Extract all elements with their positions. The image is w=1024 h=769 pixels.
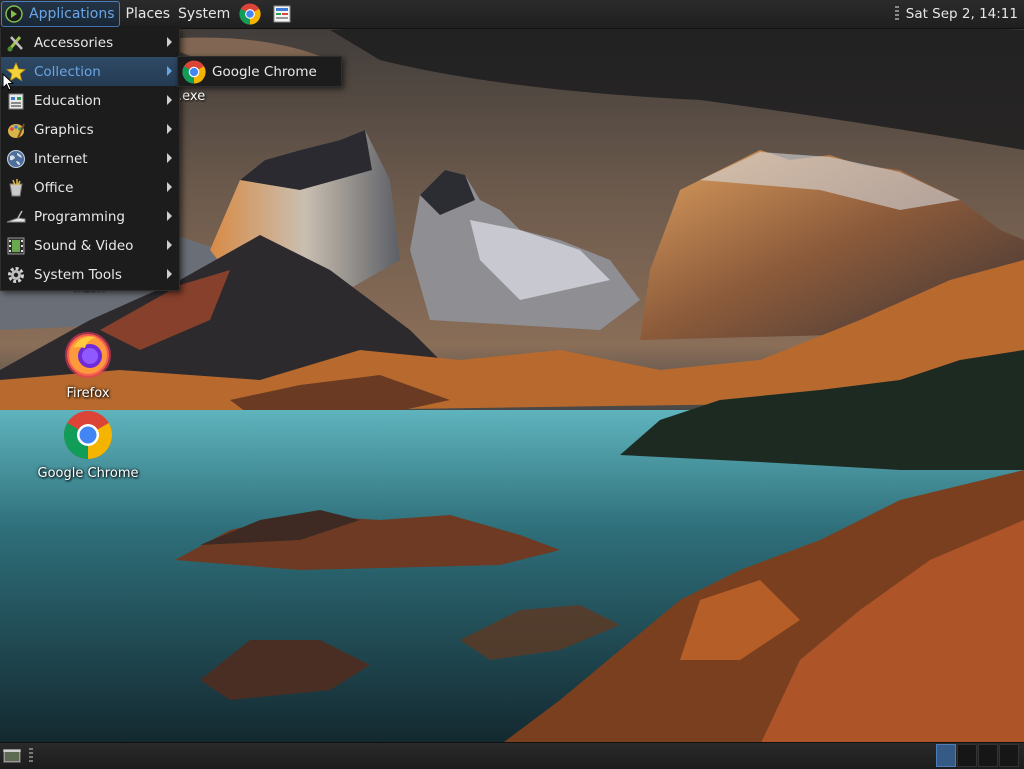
desktop-icon-label: Firefox xyxy=(66,386,110,401)
menu-item-education[interactable]: Education xyxy=(1,86,179,115)
submenu-arrow-icon xyxy=(167,66,172,76)
panel-tray: Sat Sep 2, 14:11 xyxy=(894,0,1024,28)
submenu-arrow-icon xyxy=(167,124,172,134)
chrome-launcher[interactable] xyxy=(238,2,262,26)
submenu-arrow-icon xyxy=(167,269,172,279)
menu-item-label: Graphics xyxy=(34,121,94,138)
submenu-arrow-icon xyxy=(167,211,172,221)
applications-label: Applications xyxy=(29,6,115,22)
menu-item-label: Accessories xyxy=(34,34,114,51)
menu-item-graphics[interactable]: Graphics xyxy=(1,115,179,144)
panel-handle[interactable] xyxy=(29,748,33,764)
workspace-2[interactable] xyxy=(957,744,977,767)
submenu-item-google-chrome[interactable]: Google Chrome xyxy=(178,57,341,86)
office-icon xyxy=(9,178,23,196)
gear-icon xyxy=(8,266,24,283)
menu-item-label: Office xyxy=(34,179,74,196)
film-icon xyxy=(7,237,25,254)
menu-item-label: Collection xyxy=(34,63,101,80)
menu-item-internet[interactable]: Internet xyxy=(1,144,179,173)
chrome-icon xyxy=(63,411,113,460)
applications-menu-button[interactable]: Applications xyxy=(1,1,120,27)
clock[interactable]: Sat Sep 2, 14:11 xyxy=(906,6,1018,22)
menu-item-system-tools[interactable]: System Tools xyxy=(1,260,179,289)
desktop-icon-firefox[interactable]: Firefox xyxy=(33,330,143,401)
text-editor-launcher[interactable] xyxy=(270,2,294,26)
places-label: Places xyxy=(125,6,171,22)
submenu-arrow-icon xyxy=(167,95,172,105)
submenu-arrow-icon xyxy=(167,182,172,192)
workspace-3[interactable] xyxy=(978,744,998,767)
menu-item-label: Programming xyxy=(34,208,125,225)
chrome-icon xyxy=(239,3,261,25)
collection-submenu: Google Chrome xyxy=(177,56,342,87)
distro-logo-icon xyxy=(5,5,23,23)
system-label: System xyxy=(178,6,231,22)
menu-item-office[interactable]: Office xyxy=(1,173,179,202)
firefox-icon xyxy=(65,332,111,378)
panel-handle[interactable] xyxy=(894,6,899,22)
places-menu-button[interactable]: Places xyxy=(122,2,175,26)
workspace-4[interactable] xyxy=(999,744,1019,767)
bottom-panel xyxy=(0,742,1024,769)
applications-menu: Accessories Collection Education Graphic… xyxy=(0,28,180,291)
system-menu-button[interactable]: System xyxy=(174,2,234,26)
menu-item-label: Google Chrome xyxy=(212,63,317,80)
education-icon xyxy=(8,93,24,109)
menu-item-label: Education xyxy=(34,92,102,109)
desktop-icon-google-chrome[interactable]: Google Chrome xyxy=(33,410,143,481)
menu-item-collection[interactable]: Collection xyxy=(1,57,179,86)
menu-item-programming[interactable]: Programming xyxy=(1,202,179,231)
menu-item-label: System Tools xyxy=(34,266,122,283)
menu-item-label: Internet xyxy=(34,150,88,167)
menu-item-accessories[interactable]: Accessories xyxy=(1,28,179,57)
exe-desktop-label[interactable]: .exe xyxy=(178,89,205,104)
text-editor-icon xyxy=(273,5,291,23)
workspace-1[interactable] xyxy=(936,744,956,767)
show-desktop-icon[interactable] xyxy=(3,748,21,764)
desktop-icon-label: Google Chrome xyxy=(37,466,139,481)
submenu-arrow-icon xyxy=(167,37,172,47)
graphics-icon xyxy=(8,123,25,138)
programming-icon xyxy=(6,210,26,222)
workspace-switcher xyxy=(936,744,1020,767)
menu-item-label: Sound & Video xyxy=(34,237,134,254)
menu-item-sound-video[interactable]: Sound & Video xyxy=(1,231,179,260)
submenu-arrow-icon xyxy=(167,240,172,250)
top-panel: Applications Places System Sat Sep 2, 14… xyxy=(0,0,1024,29)
accessories-icon xyxy=(7,35,23,51)
submenu-arrow-icon xyxy=(167,153,172,163)
globe-icon xyxy=(7,149,25,168)
chrome-icon xyxy=(182,59,206,84)
mouse-cursor-icon xyxy=(2,73,14,91)
